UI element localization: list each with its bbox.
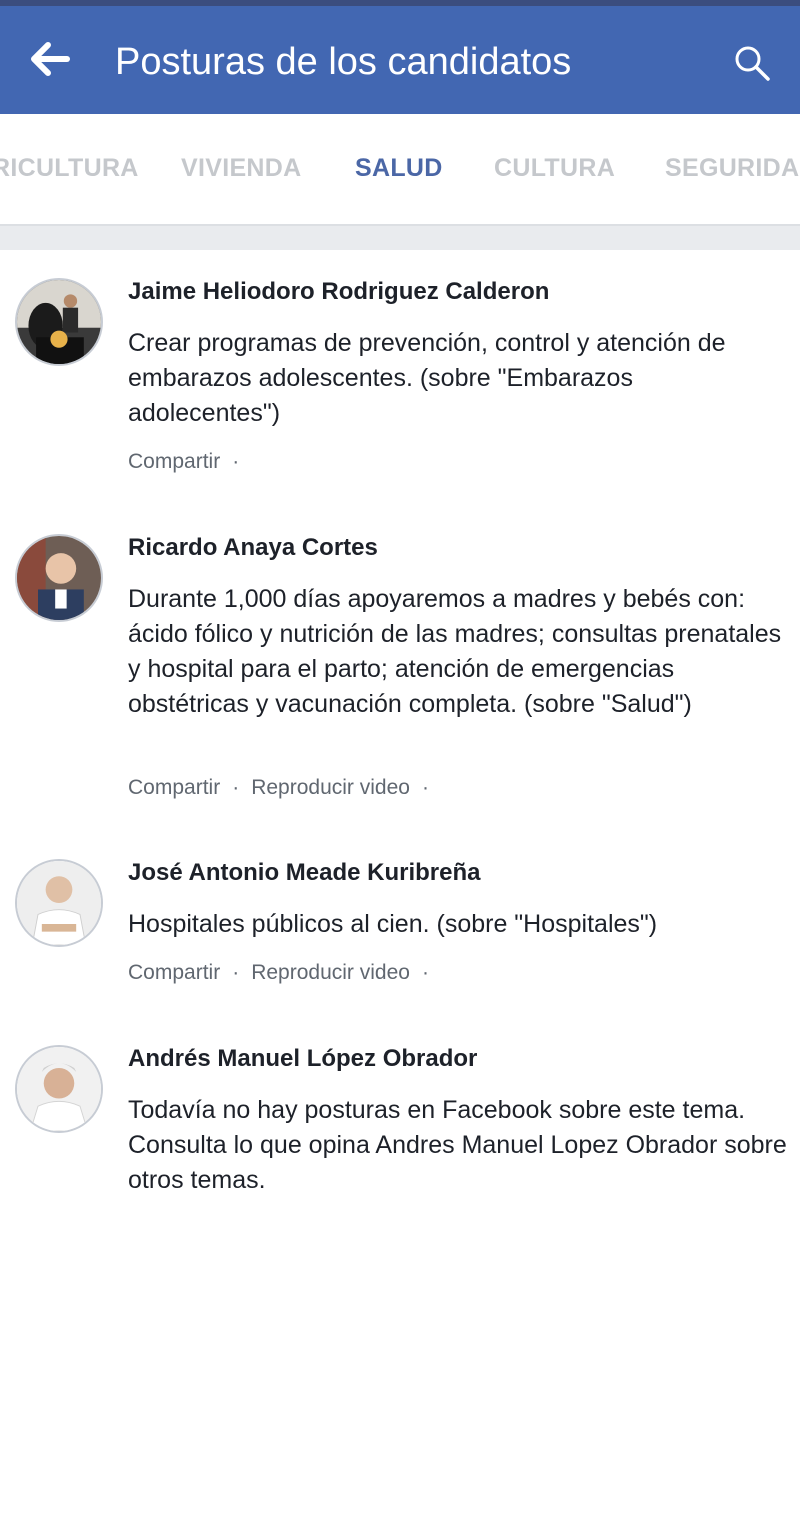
arrow-left-icon: [30, 41, 70, 81]
tab-agricultura[interactable]: RICULTURA: [0, 154, 139, 183]
avatar[interactable]: [15, 859, 103, 947]
candidate-name[interactable]: Andrés Manuel López Obrador: [128, 1045, 477, 1073]
separator-dot: ·: [421, 961, 429, 984]
post-text: Durante 1,000 días apoyaremos a madres y…: [128, 585, 782, 718]
top-app-bar: Posturas de los candidatos: [0, 0, 800, 114]
separator-dot: ·: [232, 450, 240, 473]
topic-tabs: RICULTURA VIVIENDA SALUD CULTURA SEGURID…: [0, 114, 800, 224]
candidate-name[interactable]: Jaime Heliodoro Rodriguez Calderon: [128, 278, 549, 306]
tab-seguridad[interactable]: SEGURIDAD: [665, 154, 800, 183]
avatar[interactable]: [15, 278, 103, 366]
avatar[interactable]: [15, 534, 103, 622]
search-icon: [733, 44, 771, 87]
play-video-link[interactable]: Reproducir video: [251, 961, 410, 984]
tab-salud[interactable]: SALUD: [355, 154, 443, 183]
app-screen: Posturas de los candidatos RICULTURA VIV…: [0, 0, 800, 1532]
separator-dot: ·: [421, 776, 429, 799]
play-video-link[interactable]: Reproducir video: [251, 776, 410, 799]
post-text: Hospitales públicos al cien. (sobre "Hos…: [128, 910, 658, 938]
post-actions: Compartir · Reproducir video ·: [128, 961, 441, 985]
separator-dot: ·: [232, 776, 240, 799]
share-link[interactable]: Compartir: [128, 961, 220, 984]
candidate-name[interactable]: José Antonio Meade Kuribreña: [128, 859, 481, 887]
search-button[interactable]: [724, 38, 780, 92]
avatar[interactable]: [15, 1045, 103, 1133]
post-text: Crear programas de prevención, control y…: [128, 329, 726, 427]
post-actions: Compartir ·: [128, 450, 251, 474]
page-title: Posturas de los candidatos: [115, 41, 572, 83]
candidate-name[interactable]: Ricardo Anaya Cortes: [128, 534, 378, 562]
divider: [0, 224, 800, 250]
share-link[interactable]: Compartir: [128, 776, 220, 799]
back-button[interactable]: [22, 36, 78, 86]
tab-vivienda[interactable]: VIVIENDA: [181, 154, 301, 183]
post-text: Todavía no hay posturas en Facebook sobr…: [128, 1096, 787, 1194]
share-link[interactable]: Compartir: [128, 450, 220, 473]
separator-dot: ·: [232, 961, 240, 984]
tab-cultura[interactable]: CULTURA: [494, 154, 615, 183]
post-actions: Compartir · Reproducir video ·: [128, 776, 441, 800]
